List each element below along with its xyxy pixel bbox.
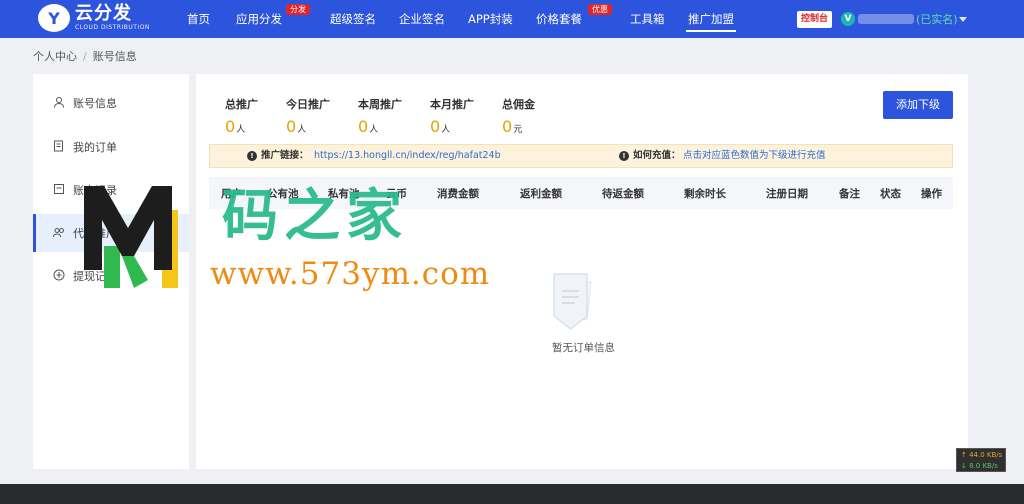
order-icon [54, 140, 63, 152]
brand-name: 云分发 [75, 3, 132, 24]
empty-document-icon [553, 273, 592, 330]
nav-item-app-distribution[interactable]: 应用分发 [236, 0, 282, 38]
agent-icon [53, 228, 64, 238]
stat-total-commission: 总佣金 0元 [502, 98, 535, 136]
watermark-title: 码之家 [222, 183, 408, 249]
recharge-hint: 点击对应蓝色数值为下级进行充值 [683, 150, 826, 161]
stat-total-promoted: 总推广 0人 [225, 98, 258, 136]
breadcrumb: 个人中心 / 账号信息 [33, 48, 137, 64]
user-avatar[interactable]: V [841, 12, 855, 26]
sidebar-item-label: 我的订单 [73, 141, 117, 154]
nav-item-super-sign[interactable]: 超级签名 [330, 0, 376, 38]
user-name-redacted [858, 14, 914, 24]
stat-value[interactable]: 0 [286, 117, 296, 136]
watermark-logo [84, 186, 178, 288]
withdraw-icon [53, 269, 65, 281]
column-header: 备注 [839, 188, 860, 200]
breadcrumb-separator: / [83, 50, 87, 63]
nav-item-toolbox[interactable]: 工具箱 [630, 0, 665, 38]
nav-badge-distribution: 分发 [286, 4, 310, 15]
column-header: 状态 [880, 188, 901, 200]
brand-subtitle: CLOUD DISTRIBUTION [75, 24, 150, 31]
upload-speed: ↑ 44.0 KB/s [961, 451, 1003, 459]
chevron-down-icon[interactable] [959, 17, 967, 22]
promo-link-label: 推广链接： [261, 150, 309, 161]
stat-value[interactable]: 0 [358, 117, 368, 136]
user-icon [54, 97, 64, 108]
column-header: 返利金额 [520, 188, 562, 200]
nav-item-app-wrap[interactable]: APP封装 [468, 0, 513, 38]
stat-today-promoted: 今日推广 0人 [286, 98, 330, 136]
sidebar-item-my-orders[interactable]: 我的订单 [33, 128, 189, 166]
download-speed: ↓ 8.0 KB/s [961, 462, 998, 470]
console-button[interactable]: 控制台 [797, 11, 833, 28]
record-icon [54, 184, 64, 194]
stat-value[interactable]: 0 [225, 117, 235, 136]
sidebar-item-label: 账号信息 [73, 97, 117, 110]
column-header: 消费金额 [437, 188, 479, 200]
stat-unit: 元 [513, 125, 523, 135]
info-icon: ! [619, 151, 629, 161]
promo-link-value[interactable]: https://13.hongll.cn/index/reg/hafat24b [314, 145, 501, 167]
breadcrumb-current: 账号信息 [92, 50, 137, 63]
column-header: 剩余时长 [684, 188, 726, 200]
nav-item-affiliate[interactable]: 推广加盟 [686, 0, 736, 38]
stat-month-promoted: 本月推广 0人 [430, 98, 474, 136]
sidebar-item-account-info[interactable]: 账号信息 [33, 84, 189, 122]
stat-value[interactable]: 0 [430, 117, 440, 136]
bottom-bar [0, 484, 1024, 504]
stat-unit: 人 [236, 125, 246, 135]
stat-unit: 人 [369, 125, 379, 135]
promotion-notice: ! 推广链接： https://13.hongll.cn/index/reg/h… [209, 144, 953, 168]
network-speed-widget: ↑ 44.0 KB/s ↓ 8.0 KB/s [956, 448, 1006, 472]
nav-item-pricing[interactable]: 价格套餐 [536, 0, 582, 38]
brand-logo[interactable]: Y 云分发 CLOUD DISTRIBUTION [38, 4, 150, 32]
breadcrumb-root[interactable]: 个人中心 [33, 50, 77, 63]
recharge-label: 如何充值： [633, 150, 681, 161]
brand-mark: Y [38, 4, 70, 32]
stat-unit: 人 [297, 125, 307, 135]
stat-week-promoted: 本周推广 0人 [358, 98, 402, 136]
nav-badge-discount: 优惠 [588, 4, 612, 15]
top-nav-bar: Y 云分发 CLOUD DISTRIBUTION 首页 应用分发 分发 超级签名… [0, 0, 1024, 38]
watermark-url: www.573ym.com [210, 256, 491, 292]
column-header: 注册日期 [766, 188, 808, 200]
stat-unit: 人 [441, 125, 451, 135]
user-verified-status[interactable]: (已实名) [916, 11, 958, 28]
info-icon: ! [247, 151, 257, 161]
add-subordinate-button[interactable]: 添加下级 [883, 91, 953, 119]
nav-item-enterprise-sign[interactable]: 企业签名 [399, 0, 445, 38]
column-header: 待返金额 [602, 188, 644, 200]
nav-item-home[interactable]: 首页 [187, 0, 210, 38]
column-header: 操作 [921, 188, 942, 200]
stat-value[interactable]: 0 [502, 117, 512, 136]
empty-state-text: 暂无订单信息 [552, 342, 615, 354]
